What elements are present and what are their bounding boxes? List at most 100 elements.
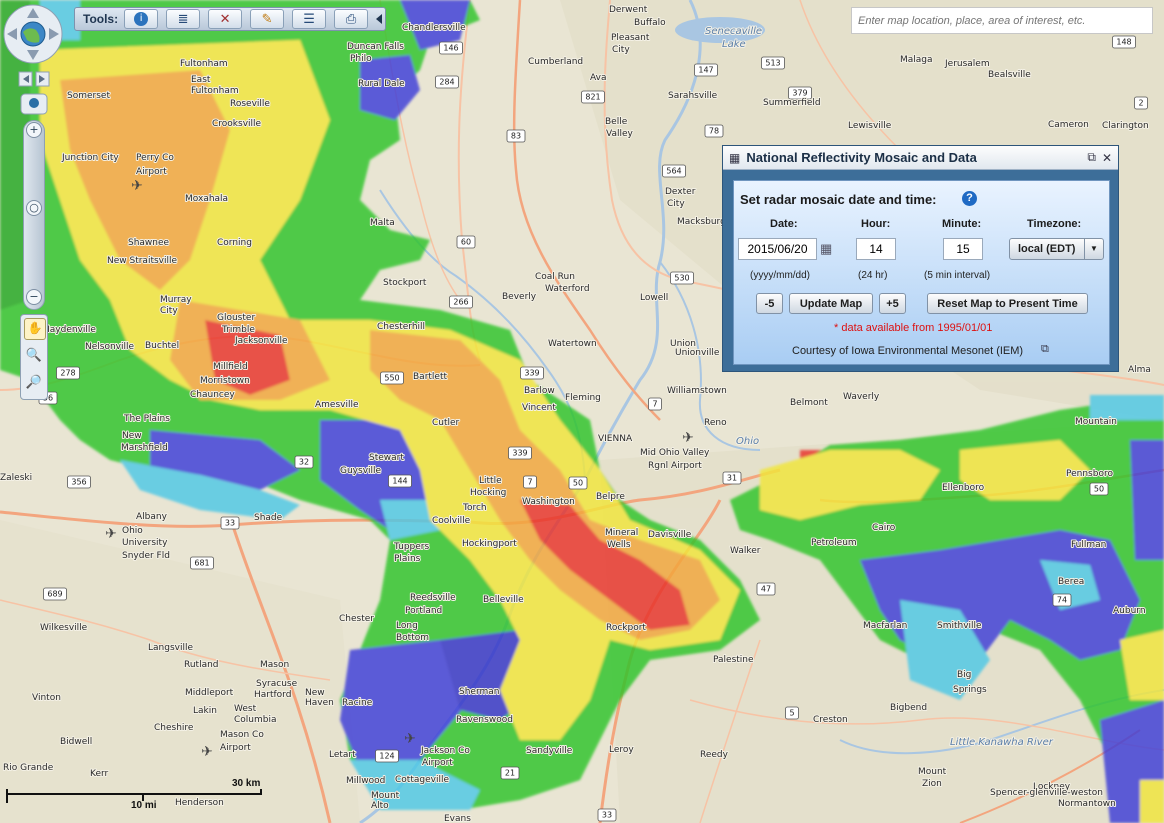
route-shield: 530	[670, 271, 694, 285]
place-label: Vinton	[32, 693, 61, 703]
update-map-button[interactable]: Update Map	[789, 293, 873, 314]
place-label: Jacksonville	[234, 336, 288, 346]
route-shield-label: 284	[439, 78, 454, 87]
radar-map[interactable]: 1462848211475133791482837856460266530278…	[0, 0, 1164, 823]
pan-hand-icon[interactable]: ✋	[24, 318, 46, 340]
place-label: Belpre	[596, 492, 625, 502]
layers-button[interactable]: ≣	[166, 9, 201, 29]
place-label: Middleport	[185, 688, 234, 698]
restore-window-icon[interactable]: ⧉	[1087, 150, 1096, 165]
date-label: Date:	[770, 218, 798, 230]
place-label: Chandlersville	[402, 23, 466, 33]
plus-five-button[interactable]: +5	[879, 293, 906, 314]
place-label: Jerusalem	[944, 59, 990, 69]
pencil-icon: ✎	[261, 11, 273, 27]
place-label: Duncan Falls	[347, 42, 404, 52]
route-shield: 78	[704, 124, 724, 138]
zoom-out-magnifier-icon[interactable]: 🔎	[24, 373, 44, 393]
place-label: Malaga	[900, 55, 933, 65]
place-label: Pennsboro	[1066, 469, 1113, 479]
print-button[interactable]: ⎙	[334, 9, 369, 29]
place-label: Cottageville	[395, 775, 449, 785]
place-label: Little	[479, 476, 502, 486]
place-label: Columbia	[234, 715, 277, 725]
view-arrows[interactable]	[18, 71, 50, 87]
tools-button[interactable]: ✕	[208, 9, 243, 29]
airport-icon: ✈	[131, 178, 143, 194]
place-label: Tuppers	[393, 542, 429, 552]
place-label: Nelsonville	[85, 342, 134, 352]
place-label: Jackson Co	[420, 746, 470, 756]
calendar-icon[interactable]: ▦	[820, 241, 832, 257]
minus-five-button[interactable]: -5	[756, 293, 783, 314]
legend-button[interactable]: ☰	[292, 9, 327, 29]
zoom-out-button[interactable]: −	[26, 289, 42, 305]
route-shield-label: 74	[1057, 596, 1067, 605]
route-shield-label: 50	[1094, 485, 1104, 494]
place-label: Walker	[730, 546, 761, 556]
draw-button[interactable]: ✎	[250, 9, 285, 29]
place-label: Mason	[260, 660, 289, 670]
route-shield: 50	[568, 476, 588, 490]
location-search-input[interactable]	[851, 7, 1153, 34]
place-label: Portland	[405, 606, 442, 616]
external-link-icon[interactable]: ⧉	[1041, 343, 1049, 356]
place-label: Glouster	[217, 313, 255, 323]
tools-label: Tools:	[83, 12, 119, 26]
place-label: Hartford	[254, 690, 291, 700]
identify-button[interactable]: i	[124, 9, 159, 29]
place-label: Mid Ohio Valley	[640, 448, 710, 458]
place-label: New	[305, 688, 325, 698]
pan-compass[interactable]	[3, 4, 63, 64]
route-shield: 7	[523, 475, 537, 489]
place-label: Murray	[160, 295, 192, 305]
route-shield-label: 78	[709, 127, 719, 136]
route-shield: 339	[508, 446, 532, 460]
place-label: Philo	[350, 54, 372, 64]
zoom-in-button[interactable]: +	[26, 122, 42, 138]
dialog-titlebar[interactable]: ▦ National Reflectivity Mosaic and Data …	[723, 146, 1118, 170]
place-label: Fullman	[1071, 540, 1106, 550]
place-label: The Plains	[123, 414, 170, 424]
route-shield-label: 144	[392, 477, 407, 486]
route-shield-label: 379	[792, 89, 807, 98]
route-shield: 60	[456, 235, 476, 249]
reset-map-button[interactable]: Reset Map to Present Time	[927, 293, 1088, 314]
hour-input[interactable]	[856, 238, 896, 260]
street-view-icon[interactable]	[20, 93, 48, 115]
place-label: Hocking	[470, 488, 506, 498]
route-shield: 124	[375, 749, 399, 763]
place-label: Syracuse	[256, 679, 298, 689]
minute-input[interactable]	[943, 238, 983, 260]
place-label: Stockport	[383, 278, 427, 288]
place-label: Creston	[813, 715, 848, 725]
place-label: Cairo	[872, 523, 896, 533]
toolbar-collapse-arrow-icon[interactable]	[376, 14, 383, 24]
place-label: Bealsville	[988, 70, 1031, 80]
place-label: Cameron	[1048, 120, 1089, 130]
place-label: Fultonham	[191, 86, 239, 96]
zoom-in-magnifier-icon[interactable]: 🔍	[24, 346, 44, 366]
timezone-select[interactable]: local (EDT) ▼	[1009, 238, 1104, 260]
place-label: Waverly	[843, 392, 880, 402]
route-shield: 50	[1089, 482, 1109, 496]
date-input[interactable]	[738, 238, 817, 260]
route-shield: 74	[1052, 593, 1072, 607]
printer-icon: ⎙	[345, 11, 357, 27]
scale-km-label: 30 km	[232, 778, 261, 789]
place-label: Buffalo	[634, 18, 666, 28]
zoom-slider-thumb[interactable]: ○	[26, 200, 42, 216]
place-label: Snyder Fld	[122, 551, 170, 561]
route-shield: 284	[435, 75, 459, 89]
place-label: Junction City	[61, 153, 119, 163]
close-icon[interactable]: ✕	[1102, 151, 1112, 165]
place-label: University	[122, 538, 168, 548]
place-label: Sarahsville	[668, 91, 718, 101]
place-label: Springs	[953, 685, 987, 695]
place-label: Spencer-glenville-weston	[990, 788, 1103, 798]
route-shield-label: 339	[512, 449, 527, 458]
help-icon[interactable]: ?	[962, 191, 977, 206]
place-label: Stewart	[369, 453, 404, 463]
place-label: Millfield	[213, 362, 248, 372]
place-label: Macksburg	[677, 217, 726, 227]
